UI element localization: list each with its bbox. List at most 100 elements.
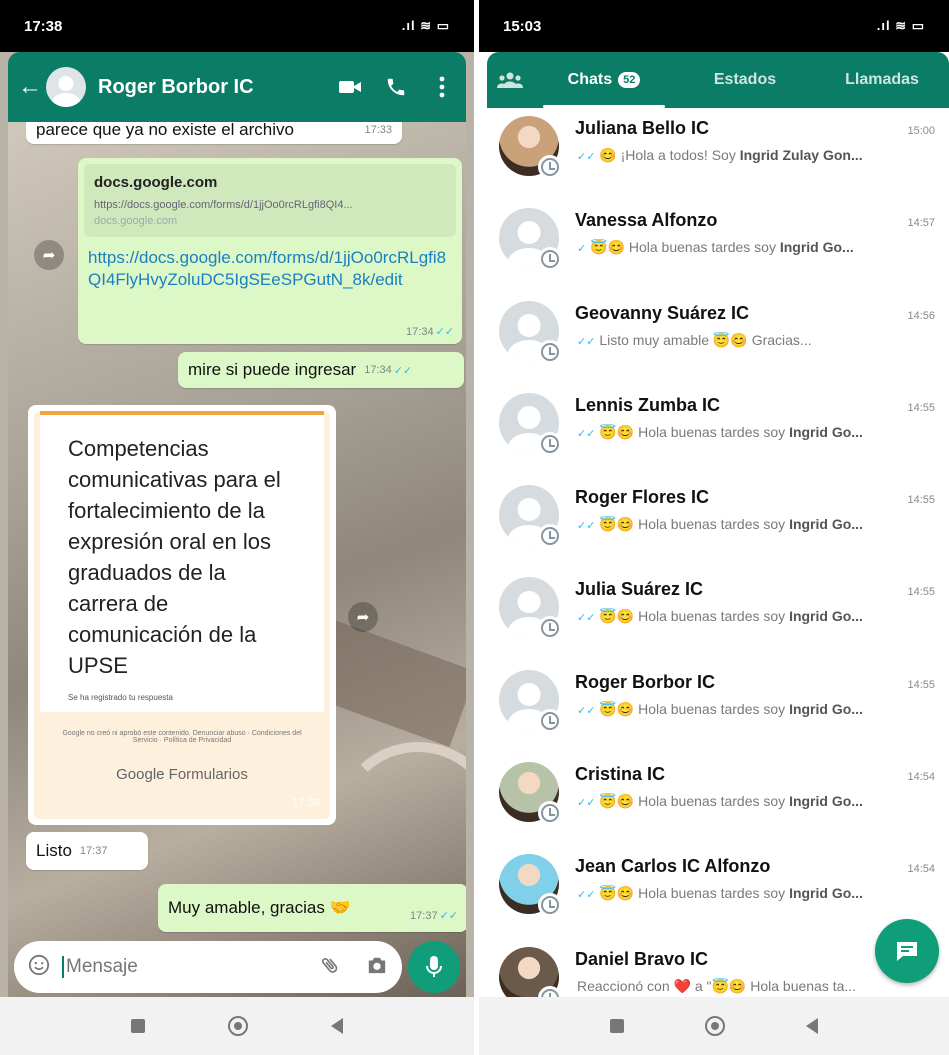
back-button[interactable]	[330, 1018, 343, 1034]
ticks-icon: ✓	[577, 243, 587, 256]
chat-list-item[interactable]: Juliana Bello IC 15:00 ✓✓ 😊 ¡Hola a todos!…	[487, 108, 949, 200]
preview-text: 😇😊 Hola buenas tardes soy	[599, 700, 790, 717]
avatar[interactable]	[499, 485, 562, 549]
home-button[interactable]	[704, 1016, 725, 1036]
chat-time: 14:55	[907, 586, 935, 599]
link-preview-url: https://docs.google.com/forms/d/1jjOo0rc…	[94, 199, 353, 211]
chat-item-body: Juliana Bello IC 15:00 ✓✓ 😊 ¡Hola a todos!…	[575, 116, 949, 164]
recents-button[interactable]	[609, 1019, 624, 1033]
avatar[interactable]	[499, 392, 562, 456]
link-preview[interactable]: docs.google.com https://docs.google.com/…	[84, 164, 456, 237]
emoji-icon[interactable]	[28, 954, 50, 981]
message-bubble[interactable]: parece que ya no existe el archivo 17:33	[26, 122, 402, 144]
pending-clock-icon	[538, 893, 562, 918]
chat-preview: ✓✓ Listo muy amable 😇😊 Gracias...	[575, 332, 935, 349]
chat-list: Juliana Bello IC 15:00 ✓✓ 😊 ¡Hola a todos!…	[487, 108, 949, 1031]
tab-label: Chats	[567, 71, 613, 88]
preview-text: 😇😊 Hola buenas tardes soy	[590, 239, 780, 256]
tab-calls[interactable]: Llamadas	[815, 52, 949, 108]
status-icons: .ıl ≋ ▭	[876, 18, 925, 33]
mic-icon	[426, 956, 442, 977]
ticks-icon: ✓✓	[577, 335, 596, 348]
avatar[interactable]	[499, 300, 562, 364]
unread-count-badge: 52	[618, 72, 641, 88]
tab-bar: Chats 52 Estados Llamadas	[487, 52, 949, 108]
tab-community[interactable]	[487, 52, 533, 108]
message-bubble[interactable]: Listo 17:37	[26, 832, 148, 870]
home-button[interactable]	[227, 1016, 248, 1036]
chat-time: 15:00	[907, 125, 935, 137]
avatar[interactable]	[499, 762, 562, 826]
message-input[interactable]: Mensaje	[14, 941, 402, 993]
tab-status[interactable]: Estados	[675, 52, 815, 108]
chat-list-item[interactable]: Jean Carlos IC Alfonzo 14:54 ✓✓ 😇😊 Hola bu…	[487, 846, 949, 938]
chat-name: Geovanny Suárez IC	[575, 302, 750, 323]
message-link[interactable]: https://docs.google.com/forms/d/1jjOo0rc…	[78, 243, 462, 297]
new-chat-button[interactable]	[875, 919, 939, 983]
phone-call-icon[interactable]	[382, 73, 410, 101]
preview-text: 😇😊 Hola buenas tardes soy	[599, 793, 790, 810]
chat-item-body: Lennis Zumba IC 14:55 ✓✓ 😇😊 Hola buenas ta…	[575, 393, 949, 441]
contact-name[interactable]: Roger Borbor IC	[98, 76, 318, 99]
camera-icon[interactable]	[366, 955, 388, 980]
chat-list-item[interactable]: Geovanny Suárez IC 14:56 ✓✓ Listo muy amab…	[487, 293, 949, 385]
message-text: parece que ya no existe el archivo	[36, 122, 294, 139]
avatar[interactable]	[499, 854, 562, 918]
preview-text: Listo muy amable 😇😊 Gracias...	[599, 331, 812, 348]
tab-chats[interactable]: Chats 52	[533, 52, 675, 108]
preview-bold-text: Ingrid Go...	[789, 700, 863, 717]
pending-clock-icon	[538, 524, 562, 549]
chat-preview: ✓ 😇😊 Hola buenas tardes soy Ingrid Go...	[575, 239, 935, 256]
chat-list-item[interactable]: Roger Flores IC 14:55 ✓✓ 😇😊 Hola buenas ta…	[487, 477, 949, 569]
preview-bold-text: Ingrid Go...	[789, 516, 863, 533]
preview-bold-text: Ingrid Zulay Gon...	[739, 147, 863, 163]
recents-button[interactable]	[131, 1019, 146, 1033]
link-preview-title: docs.google.com	[94, 174, 218, 191]
link-preview-domain: docs.google.com	[94, 215, 178, 227]
preview-text: 😇😊 Hola buenas tardes soy	[599, 423, 790, 440]
chat-item-header: Vanessa Alfonzo 14:57	[575, 210, 935, 231]
chat-list-item[interactable]: Vanessa Alfonzo 14:57 ✓ 😇😊 Hola buenas tar…	[487, 200, 949, 292]
back-arrow-icon[interactable]: ←	[18, 73, 42, 101]
preview-bold-text: Ingrid Go...	[789, 423, 863, 440]
ticks-icon: ✓✓	[577, 612, 596, 625]
message-time: 17:34	[406, 326, 434, 338]
avatar[interactable]	[499, 577, 562, 641]
message-placeholder[interactable]: Mensaje	[62, 956, 320, 978]
message-bubble[interactable]: mire si puede ingresar 17:34 ✓✓	[178, 352, 464, 388]
chat-item-header: Juliana Bello IC 15:00	[575, 118, 935, 139]
read-ticks-icon: ✓✓	[439, 910, 458, 922]
message-input-bar: Mensaje	[8, 937, 466, 997]
pending-clock-icon	[538, 431, 562, 456]
chat-list-item[interactable]: Julia Suárez IC 14:55 ✓✓ 😇😊 Hola buenas ta…	[487, 569, 949, 661]
chat-name: Lennis Zumba IC	[575, 394, 721, 415]
message-bubble[interactable]: Muy amable, gracias 🤝 17:37 ✓✓	[158, 884, 466, 932]
mic-button[interactable]	[408, 941, 460, 993]
link-message-bubble[interactable]: docs.google.com https://docs.google.com/…	[78, 158, 462, 344]
video-call-icon[interactable]	[336, 73, 364, 101]
chat-list-item[interactable]: Roger Borbor IC 14:55 ✓✓ 😇😊 Hola buenas ta…	[487, 662, 949, 754]
chat-item-body: Julia Suárez IC 14:55 ✓✓ 😇😊 Hola buenas ta…	[575, 577, 949, 625]
avatar[interactable]	[499, 208, 562, 272]
back-button[interactable]	[806, 1018, 819, 1034]
form-title: Competencias comunicativas para el forta…	[68, 436, 281, 678]
avatar[interactable]	[499, 116, 562, 179]
more-options-icon[interactable]	[428, 73, 456, 101]
avatar[interactable]	[46, 67, 86, 107]
wallpaper-shape	[338, 742, 466, 892]
message-time: 17:37	[79, 845, 108, 857]
chat-preview: ✓✓ 😇😊 Hola buenas tardes soy Ingrid Go..…	[575, 793, 935, 810]
preview-bold-text: Ingrid Go...	[789, 608, 863, 625]
chat-preview: ✓✓ 😇😊 Hola buenas tardes soy Ingrid Go..…	[575, 608, 935, 625]
chat-list-item[interactable]: Cristina IC 14:54 ✓✓ 😇😊 Hola buenas tardes…	[487, 754, 949, 846]
forward-icon[interactable]: ➦	[348, 602, 378, 632]
avatar[interactable]	[499, 669, 562, 733]
chat-list-item[interactable]: Lennis Zumba IC 14:55 ✓✓ 😇😊 Hola buenas ta…	[487, 385, 949, 477]
chat-item-header: Julia Suárez IC 14:55	[575, 579, 935, 600]
forward-icon[interactable]: ➦	[34, 240, 64, 270]
form-image-message[interactable]: Competencias comunicativas para el forta…	[28, 405, 336, 825]
chat-item-body: Roger Borbor IC 14:55 ✓✓ 😇😊 Hola buenas ta…	[575, 670, 949, 718]
chat-item-header: Jean Carlos IC Alfonzo 14:54	[575, 856, 935, 877]
attach-icon[interactable]	[320, 954, 340, 981]
handshake-emoji: 🤝	[329, 898, 351, 917]
